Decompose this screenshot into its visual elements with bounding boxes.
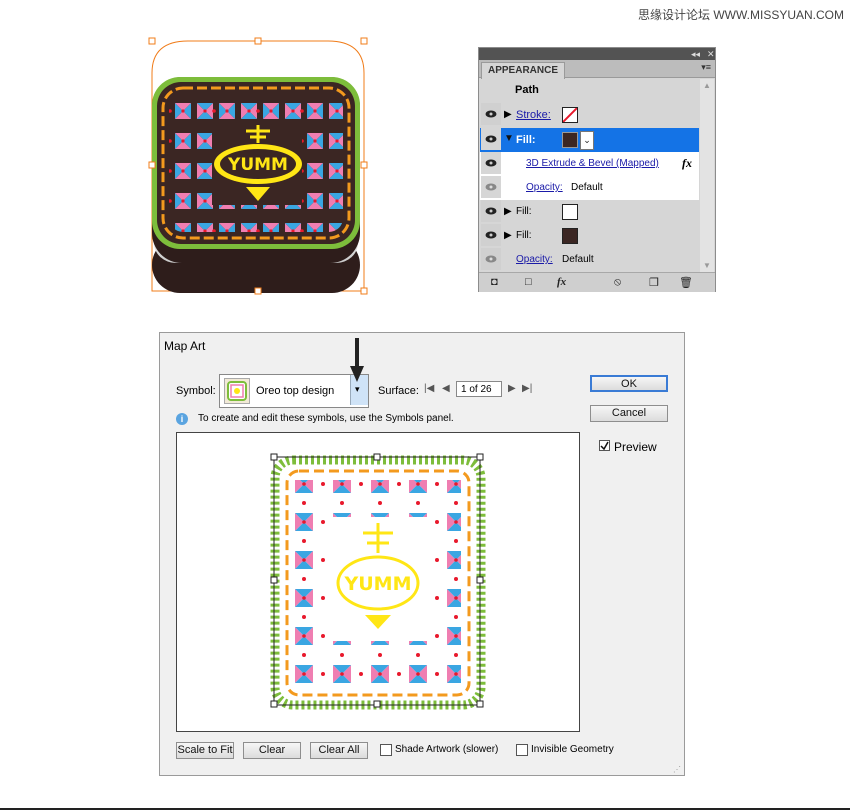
first-surface-icon[interactable]: |◀ — [424, 383, 434, 394]
cookie-logo-text: YUMM — [227, 155, 288, 175]
resize-grip-icon[interactable]: ⋰ — [673, 765, 681, 774]
visibility-eye-icon[interactable] — [481, 152, 501, 174]
preview-label: Preview — [614, 440, 657, 454]
effect-3d-row[interactable]: 3D Extrude & Bevel (Mapped) fx — [480, 152, 699, 176]
fx-icon[interactable]: fx — [682, 156, 692, 171]
shade-artwork-checkbox[interactable] — [380, 744, 392, 756]
duplicate-item-icon[interactable]: ❐ — [649, 276, 659, 289]
preview-logo-text: YUMM — [343, 573, 411, 595]
dropdown-arrow-icon: ▾ — [355, 384, 360, 394]
path-label: Path — [515, 84, 539, 96]
visibility-eye-icon[interactable] — [481, 248, 501, 270]
fill-color-swatch[interactable] — [562, 204, 578, 220]
tab-appearance[interactable]: APPEARANCE — [481, 62, 566, 79]
add-effect-icon[interactable]: fx — [557, 276, 566, 288]
clear-appearance-icon[interactable]: ⦸ — [614, 276, 621, 289]
collapse-triangle-icon[interactable]: ▼ — [504, 133, 514, 144]
surface-field[interactable]: 1 of 26 — [456, 381, 502, 397]
symbol-label: Symbol: — [176, 385, 216, 397]
effect-3d-link[interactable]: 3D Extrude & Bevel (Mapped) — [526, 158, 659, 169]
stroke-label[interactable]: Stroke: — [516, 109, 551, 121]
panel-tab-bar: APPEARANCE ▾≡ — [479, 60, 715, 79]
close-icon[interactable]: ✕ — [707, 48, 715, 60]
fill-label: Fill: — [516, 206, 532, 217]
preview-checkbox[interactable] — [599, 440, 610, 451]
clear-all-button[interactable]: Clear All — [310, 742, 368, 759]
symbol-preview-artwork: YUMM — [270, 453, 486, 710]
visibility-eye-icon[interactable] — [481, 176, 501, 198]
opacity-link[interactable]: Opacity: — [526, 182, 563, 193]
map-art-preview-canvas[interactable]: YUMM — [176, 432, 580, 732]
symbol-select[interactable]: Oreo top design ▾ — [219, 374, 369, 408]
symbol-thumbnail — [224, 378, 250, 404]
info-icon: i — [176, 413, 188, 425]
path-header-row: Path — [480, 79, 699, 101]
opacity-inner-row[interactable]: Opacity: Default — [480, 176, 699, 200]
bottom-divider — [0, 808, 850, 810]
add-new-fill-icon[interactable]: □ — [525, 276, 532, 288]
opacity-link[interactable]: Opacity: — [516, 254, 553, 265]
scroll-down-icon[interactable]: ▼ — [703, 261, 711, 270]
visibility-eye-icon[interactable] — [481, 103, 501, 125]
invisible-geometry-checkbox[interactable] — [516, 744, 528, 756]
delete-item-icon[interactable]: 🗑 — [679, 276, 693, 289]
add-new-stroke-icon[interactable]: ◘ — [491, 276, 498, 288]
symbol-thumbnail-artwork — [227, 381, 247, 401]
expand-triangle-icon[interactable]: ▶ — [504, 206, 512, 217]
panel-scrollbar[interactable]: ▲ ▼ — [700, 79, 714, 272]
panel-menu-icon[interactable]: ▾≡ — [701, 62, 711, 73]
fill-label: Fill: — [516, 134, 536, 146]
ok-button[interactable]: OK — [590, 375, 668, 392]
cookie-3d-artwork: YUMM — [148, 37, 368, 295]
map-art-dialog: Map Art Symbol: Oreo top design ▾ Surfac… — [159, 332, 685, 776]
stroke-none-swatch[interactable] — [562, 107, 578, 123]
fill-label: Fill: — [516, 230, 532, 241]
last-surface-icon[interactable]: ▶| — [522, 383, 532, 394]
cancel-button[interactable]: Cancel — [590, 405, 668, 422]
opacity-value: Default — [562, 254, 594, 265]
fill-row-white[interactable]: ▶ Fill: — [480, 200, 699, 224]
shade-artwork-label: Shade Artwork (slower) — [395, 744, 499, 755]
surface-label: Surface: — [378, 385, 419, 397]
clear-button[interactable]: Clear — [243, 742, 301, 759]
next-surface-icon[interactable]: ▶ — [508, 383, 516, 394]
fill-color-swatch[interactable] — [562, 228, 578, 244]
appearance-panel: ◂◂ ✕ APPEARANCE ▾≡ Path ▶ Stroke: ▼ Fill… — [478, 47, 716, 292]
fill-row-selected[interactable]: ▼ Fill: ⌄ — [480, 128, 699, 152]
visibility-eye-icon[interactable] — [481, 200, 501, 222]
panel-title-bar: ◂◂ ✕ — [479, 48, 715, 60]
opacity-outer-row[interactable]: Opacity: Default — [480, 248, 699, 272]
symbol-value: Oreo top design — [256, 385, 335, 397]
stroke-row[interactable]: ▶ Stroke: — [480, 103, 699, 127]
site-watermark: 思缘设计论坛 WWW.MISSYUAN.COM — [638, 8, 844, 22]
expand-triangle-icon[interactable]: ▶ — [504, 109, 512, 120]
prev-surface-icon[interactable]: ◀ — [442, 383, 450, 394]
fill-color-swatch[interactable] — [562, 132, 578, 148]
expand-triangle-icon[interactable]: ▶ — [504, 230, 512, 241]
visibility-eye-icon[interactable] — [481, 224, 501, 246]
annotation-arrow-icon — [350, 338, 364, 382]
panel-footer-toolbar: ◘ □ fx ⦸ ❐ 🗑 — [479, 272, 715, 292]
scroll-up-icon[interactable]: ▲ — [703, 81, 711, 90]
fill-row-brown[interactable]: ▶ Fill: — [480, 224, 699, 248]
invisible-geometry-label: Invisible Geometry — [531, 744, 614, 755]
fill-dropdown-chevron-icon[interactable]: ⌄ — [580, 131, 594, 150]
collapse-icon[interactable]: ◂◂ — [691, 48, 700, 60]
scale-to-fit-button[interactable]: Scale to Fit — [176, 742, 234, 759]
opacity-value: Default — [571, 182, 603, 193]
info-text: To create and edit these symbols, use th… — [198, 413, 454, 424]
visibility-eye-icon[interactable] — [481, 128, 501, 150]
dialog-title: Map Art — [164, 339, 206, 353]
cookie-icon-artwork[interactable]: YUMM — [148, 37, 368, 297]
